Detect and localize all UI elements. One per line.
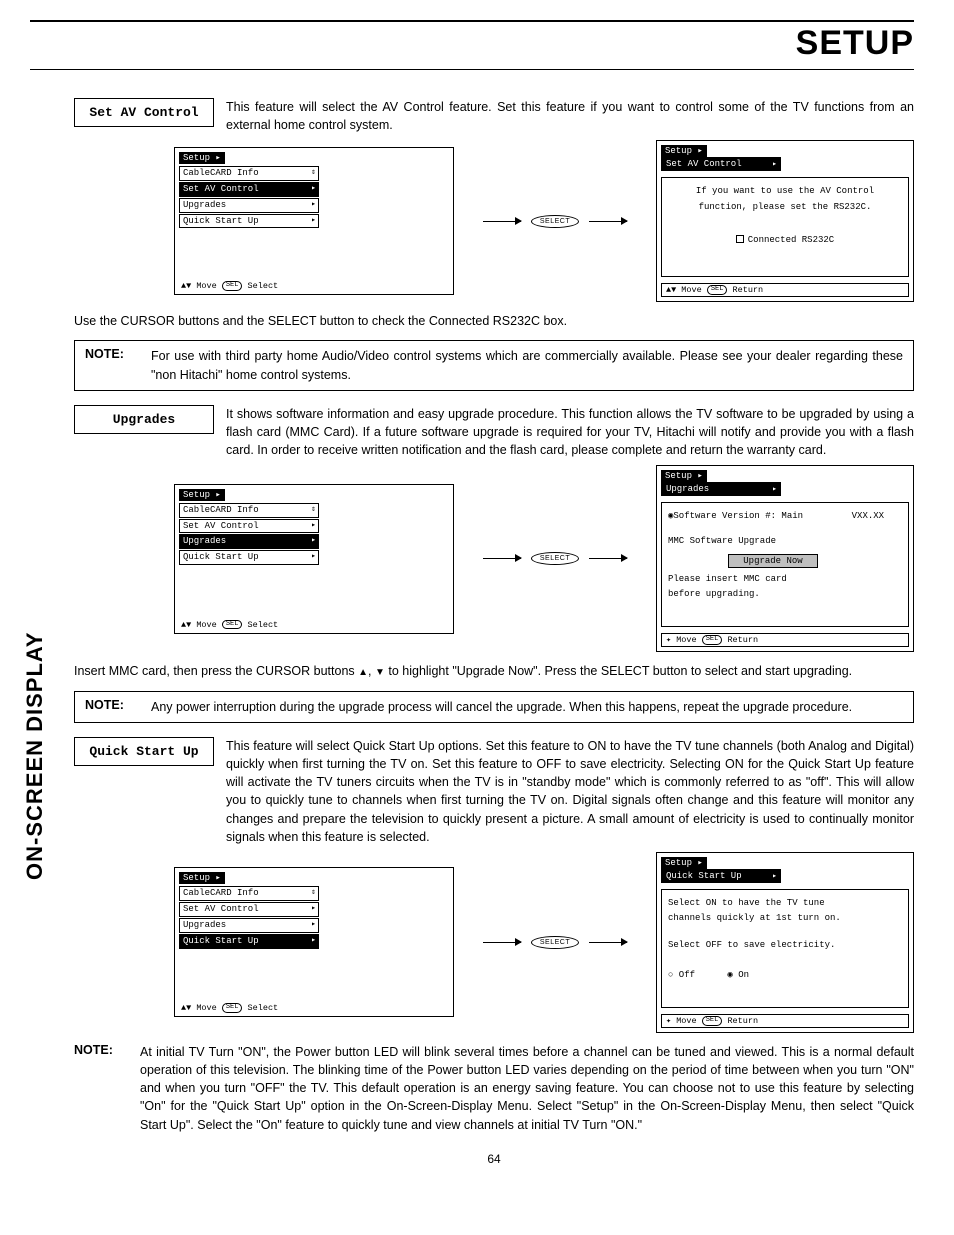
upgrade-now-button[interactable]: Upgrade Now — [728, 554, 818, 568]
section-text-upgrades: It shows software information and easy u… — [226, 405, 914, 459]
mmc-label: MMC Software Upgrade — [668, 534, 902, 549]
menu-item: CableCARD Info⇕ — [179, 503, 319, 518]
detail-avcontrol: Setup ▸ Set AV Control▸ If you want to u… — [656, 140, 914, 302]
note-box-avcontrol: NOTE: For use with third party home Audi… — [74, 340, 914, 390]
menu-setup-avcontrol: Setup ▸ CableCARD Info⇕ Set AV Control▸ … — [174, 147, 454, 295]
menu-item: Quick Start Up▸ — [179, 550, 319, 565]
menu-setup-quickstart: Setup ▸ CableCARD Info⇕ Set AV Control▸ … — [174, 867, 454, 1017]
menu-tab-setup: Setup ▸ — [179, 489, 225, 501]
menu-item: Set AV Control▸ — [179, 519, 319, 534]
detail-upgrades: Setup ▸ Upgrades▸ ◉Software Version #: M… — [656, 465, 914, 652]
detail-subtab: Set AV Control▸ — [661, 157, 781, 171]
arrow-right-icon — [483, 942, 521, 944]
instruction-text: Insert MMC card, then press the CURSOR b… — [74, 662, 914, 681]
menu-tab-setup: Setup ▸ — [661, 857, 707, 869]
arrow-right-icon — [589, 221, 627, 223]
section-label-upgrades: Upgrades — [74, 405, 214, 434]
menu-tab-setup: Setup ▸ — [179, 872, 225, 884]
menu-footer: ▲▼ Move SEL Select — [181, 281, 278, 291]
menu-item-selected: Set AV Control▸ — [179, 182, 319, 197]
section-label-quickstart: Quick Start Up — [74, 737, 214, 766]
menu-item: Set AV Control▸ — [179, 902, 319, 917]
note-text: For use with third party home Audio/Vide… — [151, 347, 903, 383]
note-box-upgrades: NOTE: Any power interruption during the … — [74, 691, 914, 723]
menu-item: Upgrades▸ — [179, 198, 319, 213]
checkbox-row: Connected RS232C — [668, 233, 902, 248]
menu-item: CableCARD Info⇕ — [179, 166, 319, 181]
menu-item: CableCARD Info⇕ — [179, 886, 319, 901]
detail-subtab: Quick Start Up▸ — [661, 869, 781, 883]
section-label-avcontrol: Set AV Control — [74, 98, 214, 127]
triangle-down-icon — [375, 664, 385, 678]
note-label: NOTE: — [74, 1043, 140, 1057]
menu-tab-setup: Setup ▸ — [179, 152, 225, 164]
detail-text: function, please set the RS232C. — [668, 200, 902, 215]
detail-footer: ▲▼ Move SEL Return — [661, 283, 909, 297]
select-button: SELECT — [531, 215, 579, 228]
menu-footer: ▲▼ Move SEL Select — [181, 620, 278, 630]
note-text: Any power interruption during the upgrad… — [151, 698, 903, 716]
arrow-right-icon — [483, 558, 521, 560]
qs-text: Select ON to have the TV tune — [668, 896, 902, 911]
select-button: SELECT — [531, 936, 579, 949]
qs-radio-row: Off On — [668, 968, 902, 983]
menu-tab-setup: Setup ▸ — [661, 470, 707, 482]
detail-text: If you want to use the AV Control — [668, 184, 902, 199]
qs-text: channels quickly at 1st turn on. — [668, 911, 902, 926]
select-flow: SELECT — [483, 215, 627, 228]
checkbox-icon — [736, 235, 744, 243]
menu-item-selected: Upgrades▸ — [179, 534, 319, 549]
section-text-quickstart: This feature will select Quick Start Up … — [226, 737, 914, 846]
radio-on[interactable]: On — [727, 970, 749, 980]
menu-item-selected: Quick Start Up▸ — [179, 934, 319, 949]
detail-footer: ✦ Move SEL Return — [661, 633, 909, 647]
detail-footer: ✦ Move SEL Return — [661, 1014, 909, 1028]
radio-off[interactable]: Off — [668, 970, 695, 980]
select-button: SELECT — [531, 552, 579, 565]
menu-tab-setup: Setup ▸ — [661, 145, 707, 157]
instruction-text: Use the CURSOR buttons and the SELECT bu… — [74, 312, 914, 330]
note-label: NOTE: — [85, 698, 151, 712]
section-text-avcontrol: This feature will select the AV Control … — [226, 98, 914, 134]
detail-subtab: Upgrades▸ — [661, 482, 781, 496]
select-flow: SELECT — [483, 936, 627, 949]
menu-item: Upgrades▸ — [179, 918, 319, 933]
detail-quickstart: Setup ▸ Quick Start Up▸ Select ON to hav… — [656, 852, 914, 1033]
sw-version-row: ◉Software Version #: Main VXX.XX — [668, 509, 902, 524]
note-quickstart: NOTE: At initial TV Turn "ON", the Power… — [74, 1043, 914, 1134]
sidebar-label: ON-SCREEN DISPLAY — [22, 632, 48, 880]
triangle-up-icon — [358, 664, 368, 678]
select-flow: SELECT — [483, 552, 627, 565]
arrow-right-icon — [589, 558, 627, 560]
upgrade-msg: before upgrading. — [668, 587, 902, 602]
arrow-right-icon — [589, 942, 627, 944]
menu-item: Quick Start Up▸ — [179, 214, 319, 229]
page-number: 64 — [74, 1152, 914, 1166]
upgrade-msg: Please insert MMC card — [668, 572, 902, 587]
qs-text: Select OFF to save electricity. — [668, 938, 902, 953]
arrow-right-icon — [483, 221, 521, 223]
note-label: NOTE: — [85, 347, 151, 361]
menu-footer: ▲▼ Move SEL Select — [181, 1003, 278, 1013]
note-text: At initial TV Turn "ON", the Power butto… — [140, 1043, 914, 1134]
menu-setup-upgrades: Setup ▸ CableCARD Info⇕ Set AV Control▸ … — [174, 484, 454, 634]
page-title: SETUP — [30, 24, 914, 63]
